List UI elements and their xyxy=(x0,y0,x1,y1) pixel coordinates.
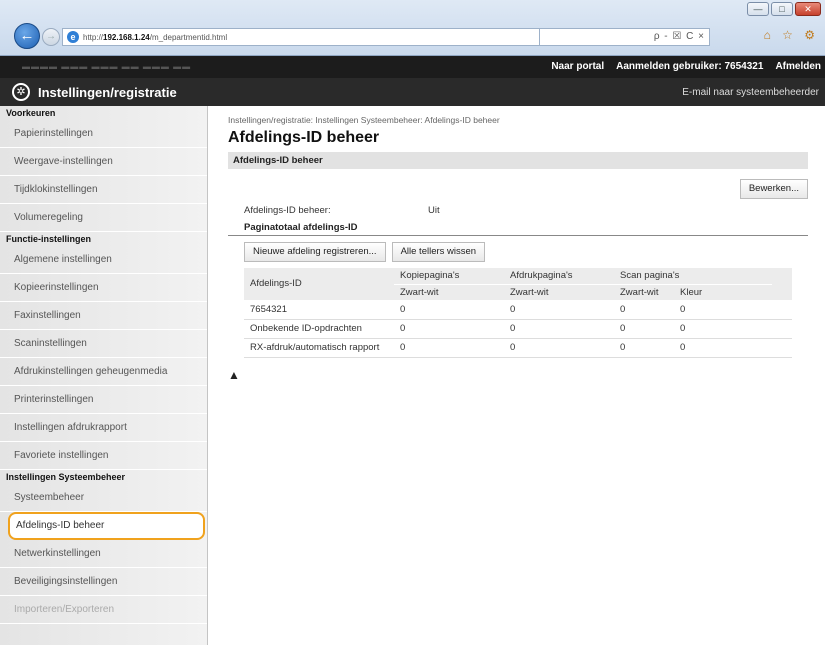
sidebar-heading-system: Instellingen Systeembeheer xyxy=(6,472,126,482)
status-row: Afdelings-ID beheer: Uit xyxy=(228,203,808,219)
cell-scan-color: 0 xyxy=(674,338,772,358)
close-icon[interactable]: ✕ xyxy=(795,2,821,16)
cell-print: 0 xyxy=(504,338,614,358)
cell-scan-color: 0 xyxy=(674,300,772,320)
main-content: Instellingen/registratie: Instellingen S… xyxy=(228,106,808,382)
status-label: Afdelings-ID beheer: xyxy=(244,205,331,216)
cell-copy: 0 xyxy=(394,300,504,320)
top-links: Naar portal Aanmelden gebruiker: 7654321… xyxy=(551,61,821,72)
top-bar: ▬▬▬▬ ▬▬▬ ▬▬▬ ▬▬ ▬▬▬ ▬▬ Naar portal Aanme… xyxy=(0,56,825,78)
cell-scan-color: 0 xyxy=(674,319,772,339)
mail-admin-link[interactable]: E-mail naar systeembeheerder xyxy=(682,87,819,98)
sidebar-item-volume[interactable]: Volumeregeling xyxy=(0,204,207,232)
user-label: Aanmelden gebruiker: xyxy=(616,61,722,72)
sub-bw-copy: Zwart-wit xyxy=(394,284,504,301)
sidebar-item-system-management[interactable]: Systeembeheer xyxy=(0,484,207,512)
sidebar-item-display[interactable]: Weergave-instellingen xyxy=(0,148,207,176)
maximize-icon[interactable]: □ xyxy=(771,2,793,16)
address-bar[interactable]: e http://192.168.1.24/m_departmentid.htm… xyxy=(62,28,540,46)
sidebar-item-copy[interactable]: Kopieerinstellingen xyxy=(0,274,207,302)
user-value: 7654321 xyxy=(724,61,764,72)
cell-id: Onbekende ID-opdrachten xyxy=(244,319,394,339)
back-button[interactable]: ← xyxy=(14,23,40,49)
cell-id: RX-afdruk/automatisch rapport xyxy=(244,338,394,358)
header-bar: ✲ Instellingen/registratie E-mail naar s… xyxy=(0,78,825,106)
url-text: http://192.168.1.24/m_departmentid.html xyxy=(83,32,228,42)
col-copy-pages: Kopiepagina's xyxy=(394,268,504,285)
sidebar-item-scan[interactable]: Scaninstellingen xyxy=(0,330,207,358)
sidebar-heading-preferences: Voorkeuren xyxy=(6,108,56,118)
address-controls[interactable]: ρ - ☒ C × xyxy=(540,28,710,46)
cell-print: 0 xyxy=(504,300,614,320)
table-row: Onbekende ID-opdrachten 0 0 0 0 xyxy=(244,319,792,339)
col-print-pages: Afdrukpagina's xyxy=(504,268,614,285)
col-department-id: Afdelings-ID xyxy=(244,268,394,301)
sidebar-item-network[interactable]: Netwerkinstellingen xyxy=(0,540,207,568)
back-to-top-icon[interactable]: ▲ xyxy=(228,368,808,382)
status-value: Uit xyxy=(428,205,440,216)
user-info: Aanmelden gebruiker: 7654321 xyxy=(616,61,763,72)
sub-bw-scan: Zwart-wit xyxy=(614,284,674,301)
col-scan-pages: Scan pagina's xyxy=(614,268,772,285)
cell-copy: 0 xyxy=(394,338,504,358)
sidebar-item-fax[interactable]: Faxinstellingen xyxy=(0,302,207,330)
breadcrumb: Instellingen/registratie: Instellingen S… xyxy=(228,115,500,125)
action-buttons: Nieuwe afdeling registreren... Alle tell… xyxy=(244,242,808,262)
sidebar-item-security[interactable]: Beveiligingsinstellingen xyxy=(0,568,207,596)
sidebar-item-paper[interactable]: Papierinstellingen xyxy=(0,120,207,148)
sidebar-item-print-report[interactable]: Instellingen afdrukrapport xyxy=(0,414,207,442)
logout-link[interactable]: Afmelden xyxy=(775,61,821,72)
sidebar-item-general[interactable]: Algemene instellingen xyxy=(0,246,207,274)
sidebar-item-favorites[interactable]: Favoriete instellingen xyxy=(0,442,207,470)
col-spacer xyxy=(772,268,792,301)
register-department-button[interactable]: Nieuwe afdeling registreren... xyxy=(244,242,386,262)
edit-row: Bewerken... xyxy=(228,169,808,203)
subsection-title: Paginatotaal afdelings-ID xyxy=(228,221,808,236)
sub-bw-print: Zwart-wit xyxy=(504,284,614,301)
portal-link[interactable]: Naar portal xyxy=(551,61,604,72)
sidebar-item-department-id[interactable]: Afdelings-ID beheer xyxy=(8,512,205,540)
department-id-table: Afdelings-ID Kopiepagina's Afdrukpagina'… xyxy=(244,268,792,358)
browser-chrome: — □ ✕ ← → e http://192.168.1.24/m_depart… xyxy=(0,0,825,56)
forward-button[interactable]: → xyxy=(42,28,60,46)
page-title: Afdelings-ID beheer xyxy=(228,129,380,146)
sidebar-item-printer[interactable]: Printerinstellingen xyxy=(0,386,207,414)
settings-gear-icon: ✲ xyxy=(12,83,30,101)
header-title: Instellingen/registratie xyxy=(38,85,177,100)
section-title: Afdelings-ID beheer xyxy=(228,152,808,169)
table-row: RX-afdruk/automatisch rapport 0 0 0 0 xyxy=(244,338,792,358)
minimize-icon[interactable]: — xyxy=(747,2,769,16)
cell-id: 7654321 xyxy=(244,300,394,320)
edit-button[interactable]: Bewerken... xyxy=(739,179,808,199)
cell-scan-bw: 0 xyxy=(614,319,674,339)
sidebar-item-timer[interactable]: Tijdklokinstellingen xyxy=(0,176,207,204)
sidebar-item-import-export[interactable]: Importeren/Exporteren xyxy=(0,596,207,624)
clear-counters-button[interactable]: Alle tellers wissen xyxy=(391,242,486,262)
sidebar: Voorkeuren Papierinstellingen Weergave-i… xyxy=(0,106,208,645)
device-name: ▬▬▬▬ ▬▬▬ ▬▬▬ ▬▬ ▬▬▬ ▬▬ xyxy=(22,62,192,71)
cell-copy: 0 xyxy=(394,319,504,339)
sidebar-item-memory-print[interactable]: Afdrukinstellingen geheugenmedia xyxy=(0,358,207,386)
home-favorites-settings-icon[interactable]: ⌂ ☆ ⚙ xyxy=(764,28,819,42)
cell-print: 0 xyxy=(504,319,614,339)
cell-scan-bw: 0 xyxy=(614,338,674,358)
table-row: 7654321 0 0 0 0 xyxy=(244,300,792,320)
sub-color-scan: Kleur xyxy=(674,284,772,301)
browser-logo-icon: e xyxy=(67,31,79,43)
cell-scan-bw: 0 xyxy=(614,300,674,320)
sidebar-heading-functions: Functie-instellingen xyxy=(6,234,92,244)
window-controls: — □ ✕ xyxy=(747,2,821,16)
